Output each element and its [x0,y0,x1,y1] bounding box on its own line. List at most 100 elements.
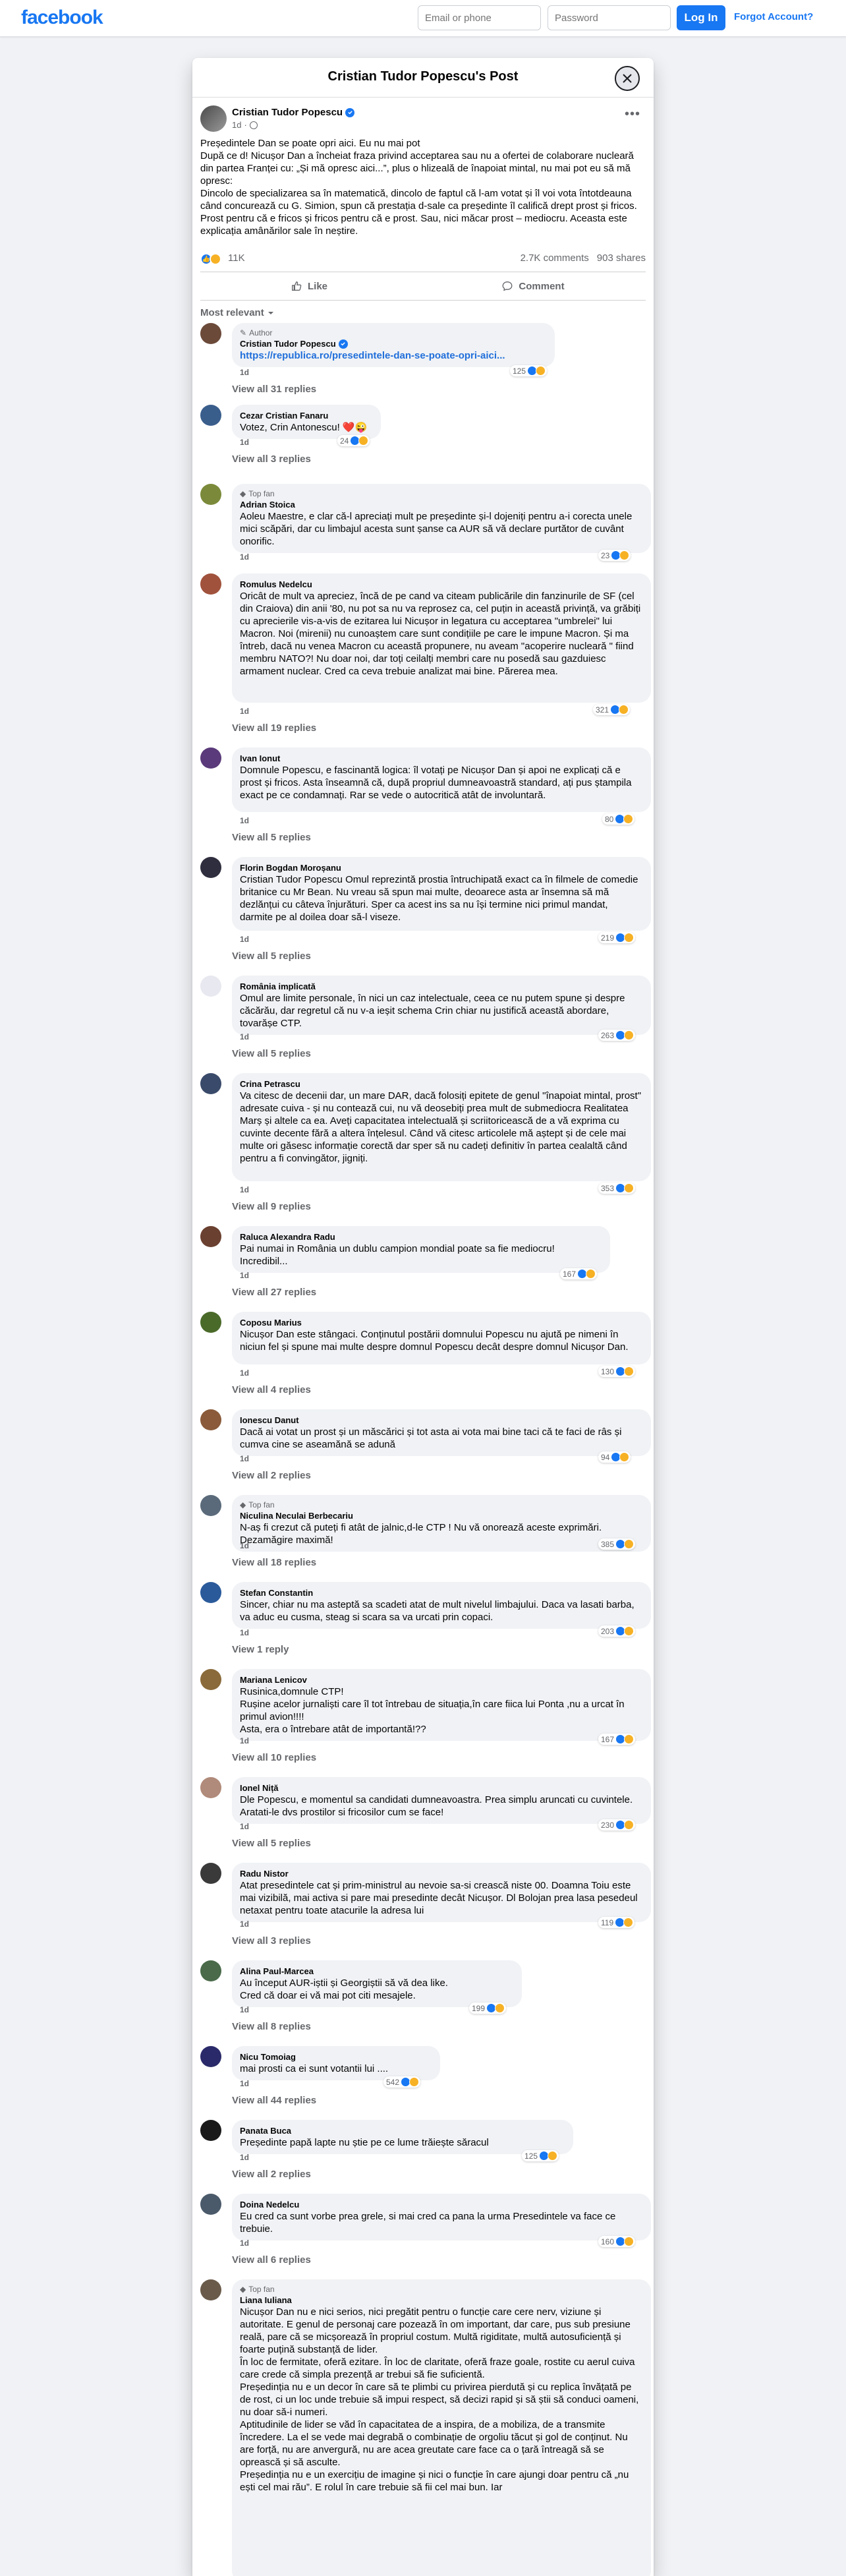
comment-reactions[interactable]: 230 [598,1819,636,1830]
commenter-name[interactable]: Cezar Cristian Fanaru [240,410,373,421]
commenter-avatar[interactable] [200,1669,221,1690]
comment-time[interactable]: 1d [240,935,249,944]
commenter-avatar[interactable] [200,1409,221,1430]
commenter-name[interactable]: Cristian Tudor Popescu [240,338,547,349]
commenter-avatar[interactable] [200,2046,221,2067]
comment-time[interactable]: 1d [240,1271,249,1280]
view-replies-link[interactable]: View all 18 replies [232,1557,316,1568]
comment-time[interactable]: 1d [240,438,249,447]
post-time[interactable]: 1d [232,120,241,130]
commenter-name[interactable]: Adrian Stoica [240,499,643,510]
commenter-avatar[interactable] [200,484,221,505]
commenter-avatar[interactable] [200,573,221,595]
view-replies-link[interactable]: View all 27 replies [232,1287,316,1298]
view-replies-link[interactable]: View all 5 replies [232,832,311,843]
comment-time[interactable]: 1d [240,2079,249,2088]
comment-time[interactable]: 1d [240,816,249,825]
comment-reactions[interactable]: 321 [593,704,631,715]
comment-time[interactable]: 1d [240,1919,249,1929]
comments-count[interactable]: 2.7K comments [521,252,589,264]
reaction-count[interactable]: 11K [228,252,245,264]
commenter-avatar[interactable] [200,1582,221,1603]
view-replies-link[interactable]: View all 31 replies [232,384,316,395]
login-button[interactable]: Log In [677,5,725,30]
view-replies-link[interactable]: View all 19 replies [232,722,316,734]
commenter-name[interactable]: Romulus Nedelcu [240,579,643,590]
comment-reactions[interactable]: 199 [469,2003,507,2014]
commenter-name[interactable]: Coposu Marius [240,1317,643,1328]
comment-button[interactable]: Comment [424,275,642,297]
comment-reactions[interactable]: 80 [602,813,635,825]
sort-dropdown[interactable]: Most relevant [200,307,275,318]
commenter-name[interactable]: România implicată [240,981,643,992]
more-icon[interactable]: ••• [622,107,643,124]
comment-time[interactable]: 1d [240,707,249,716]
commenter-avatar[interactable] [200,1960,221,1981]
commenter-name[interactable]: Ivan Ionut [240,753,643,764]
comment-reactions[interactable]: 24 [337,435,370,446]
comment-time[interactable]: 1d [240,2239,249,2248]
commenter-avatar[interactable] [200,323,221,344]
view-replies-link[interactable]: View all 5 replies [232,1048,311,1059]
comment-time[interactable]: 1d [240,1368,249,1378]
commenter-name[interactable]: Alina Paul-Marcea [240,1966,514,1977]
facebook-logo[interactable]: facebook [21,7,103,29]
commenter-name[interactable]: Nicu Tomoiag [240,2051,432,2063]
view-replies-link[interactable]: View all 5 replies [232,1838,311,1849]
comment-reactions[interactable]: 203 [598,1625,636,1637]
view-replies-link[interactable]: View all 8 replies [232,2021,311,2032]
post-author-name[interactable]: Cristian Tudor Popescu [232,107,343,118]
shares-count[interactable]: 903 shares [597,252,646,264]
comment-time[interactable]: 1d [240,552,249,562]
commenter-avatar[interactable] [200,1777,221,1798]
comment-time[interactable]: 1d [240,1541,249,1550]
view-replies-link[interactable]: View 1 reply [232,1644,289,1655]
comment-time[interactable]: 1d [240,368,249,377]
view-replies-link[interactable]: View all 2 replies [232,2169,311,2180]
comment-time[interactable]: 1d [240,1454,249,1463]
comment-reactions[interactable]: 125 [522,2150,559,2161]
commenter-avatar[interactable] [200,857,221,878]
comment-time[interactable]: 1d [240,1822,249,1831]
commenter-avatar[interactable] [200,1226,221,1247]
commenter-name[interactable]: Stefan Constantin [240,1587,643,1598]
commenter-name[interactable]: Niculina Neculai Berbecariu [240,1510,643,1521]
commenter-avatar[interactable] [200,2194,221,2215]
view-replies-link[interactable]: View all 44 replies [232,2095,316,2106]
commenter-name[interactable]: Radu Nistor [240,1868,643,1879]
like-button[interactable]: Like [200,275,418,297]
comment-reactions[interactable]: 167 [560,1268,598,1279]
commenter-name[interactable]: Panata Buca [240,2125,565,2136]
comment-time[interactable]: 1d [240,1736,249,1745]
commenter-name[interactable]: Ionel Niță [240,1782,643,1794]
post-author[interactable]: Cristian Tudor Popescu [232,107,355,118]
commenter-avatar[interactable] [200,1312,221,1333]
commenter-name[interactable]: Florin Bogdan Moroșanu [240,862,643,873]
comment-time[interactable]: 1d [240,1032,249,1041]
commenter-name[interactable]: Liana Iuliana [240,2295,643,2306]
commenter-name[interactable]: Ionescu Danut [240,1415,643,1426]
view-replies-link[interactable]: View all 3 replies [232,454,311,465]
comment-reactions[interactable]: 94 [598,1451,631,1463]
comment-reactions[interactable]: 119 [598,1917,635,1928]
commenter-avatar[interactable] [200,1863,221,1884]
view-replies-link[interactable]: View all 5 replies [232,951,311,962]
commenter-avatar[interactable] [200,1073,221,1094]
view-replies-link[interactable]: View all 6 replies [232,2254,311,2266]
post-author-avatar[interactable] [200,105,227,132]
forgot-account-link[interactable]: Forgot Account? [734,11,813,22]
comment-time[interactable]: 1d [240,1185,249,1194]
comment-link[interactable]: https://republica.ro/presedintele-dan-se… [240,349,547,362]
commenter-avatar[interactable] [200,1495,221,1516]
comment-time[interactable]: 1d [240,1628,249,1637]
comment-reactions[interactable]: 160 [598,2236,636,2247]
comment-reactions[interactable]: 353 [598,1183,636,1194]
comment-time[interactable]: 1d [240,2005,249,2014]
commenter-name[interactable]: Mariana Lenicov [240,1674,643,1685]
comment-reactions[interactable]: 263 [598,1030,636,1041]
commenter-name[interactable]: Doina Nedelcu [240,2199,643,2210]
commenter-avatar[interactable] [200,976,221,997]
commenter-name[interactable]: Raluca Alexandra Radu [240,1231,602,1243]
comment-reactions[interactable]: 219 [598,932,636,943]
commenter-name[interactable]: Crina Petrascu [240,1078,643,1090]
